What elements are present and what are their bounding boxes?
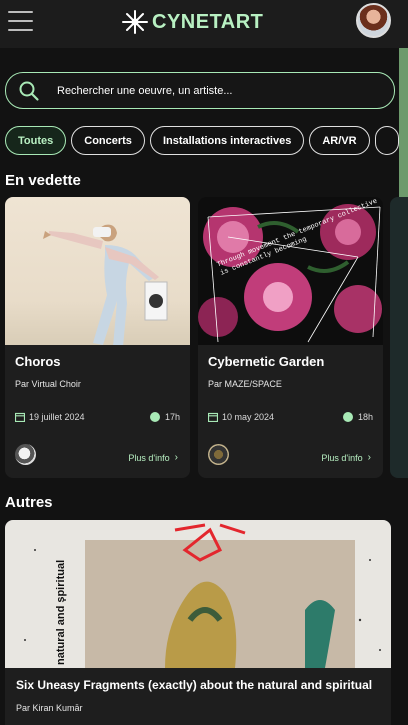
more-info-link[interactable]: Plus d'info › [321,452,371,463]
card-date-text: 19 juillet 2024 [29,412,85,422]
section-title-featured: En vedette [5,172,81,189]
filter-chip-all[interactable]: Toutes [5,126,67,155]
card-title: Cybernetic Garden [208,354,325,369]
filter-chip-installations[interactable]: Installations interactives [149,126,305,155]
card-time: 17h [149,412,180,422]
chevron-right-icon: › [367,452,371,463]
card-date: 19 juillet 2024 [15,412,85,422]
star-logo-icon [122,10,148,34]
more-info-link[interactable]: Plus d'info › [128,452,178,463]
clock-icon [149,412,160,422]
calendar-icon [15,412,25,422]
card-author: Par MAZE/SPACE [208,379,282,389]
card-title: Choros [15,354,61,369]
card-title: Six Uneasy Fragments (exactly) about the… [16,678,373,692]
card-author: Par Kiran Kumār [16,703,83,713]
featured-card-choros[interactable]: Choros Par Virtual Choir 19 juillet 2024… [5,197,190,478]
filter-chip-concerts[interactable]: Concerts [71,126,145,155]
more-info-label: Plus d'info [321,452,363,463]
search-icon[interactable] [18,80,40,102]
card-time-text: 18h [357,412,373,422]
calendar-icon [208,412,218,422]
brand-logo[interactable]: CYNETART [120,8,263,36]
user-avatar[interactable] [356,3,391,38]
card-image-six-uneasy-fragments: natural and spiritual [5,520,391,668]
menu-icon[interactable] [8,11,33,31]
more-info-label: Plus d'info [128,452,170,463]
filter-chip-arvr[interactable]: AR/VR [309,126,370,155]
card-author: Par Virtual Choir [15,379,81,389]
search-input[interactable] [57,84,357,97]
section-title-others: Autres [5,494,53,511]
other-card-six-uneasy-fragments[interactable]: natural and spiritual Six Uneasy Fragmen… [5,520,391,725]
chevron-right-icon: › [174,452,178,463]
featured-card-peek[interactable] [390,197,408,478]
card-date-text: 10 may 2024 [222,412,275,422]
card-time-text: 17h [164,412,180,422]
app-header: CYNETART [0,0,408,48]
artist-avatar[interactable] [15,444,36,465]
card-time: 18h [342,412,373,422]
artist-avatar[interactable] [208,444,229,465]
brand-name: CYNETART [152,10,264,33]
card-image-caption: natural and spiritual [55,559,67,665]
search-bar [5,72,395,109]
card-date: 10 may 2024 [208,412,274,422]
dancer-illustration [43,224,168,345]
card-image-choros [5,197,190,345]
filter-chip-overflow[interactable] [374,126,399,155]
clock-icon [342,412,353,422]
filter-chips: Toutes Concerts Installations interactiv… [5,126,408,156]
